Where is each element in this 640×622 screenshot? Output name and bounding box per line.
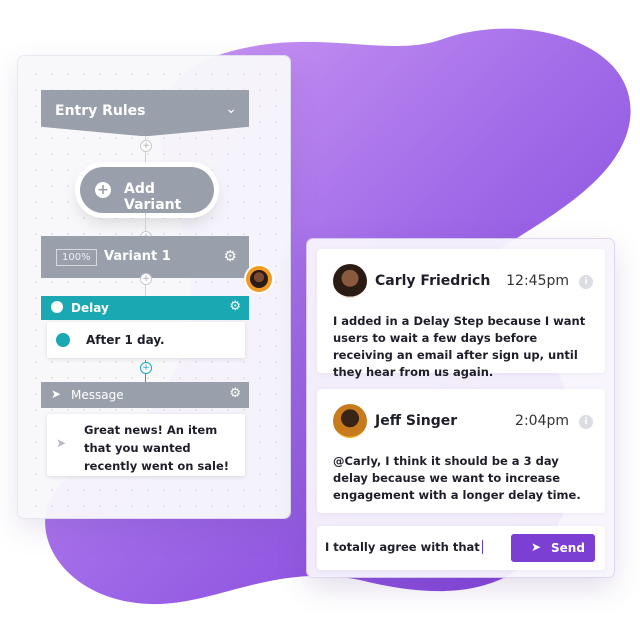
- send-icon: ➤: [56, 436, 67, 450]
- avatar: [333, 264, 367, 298]
- delay-title: Delay: [71, 301, 109, 315]
- entry-rules-dropdown[interactable]: Entry Rules ⌄: [41, 90, 249, 136]
- clock-icon: [51, 301, 63, 313]
- gear-icon[interactable]: ⚙: [224, 247, 237, 265]
- avatar: [333, 404, 367, 438]
- comment-text: I added in a Delay Step because I want u…: [333, 314, 586, 379]
- comment-input[interactable]: I totally agree with that ➤ Send: [317, 526, 605, 570]
- message-title: Message: [71, 388, 124, 402]
- comment-time: 12:45pm: [506, 273, 569, 289]
- send-button[interactable]: ➤ Send: [511, 534, 595, 562]
- delay-header: Delay ⚙: [41, 296, 249, 320]
- comment-panel: Carly Friedrich 12:45pm i I added in a D…: [307, 239, 614, 577]
- comment-author: Jeff Singer: [375, 413, 458, 429]
- send-icon: ➤: [531, 540, 542, 554]
- collaborator-avatar[interactable]: [246, 266, 272, 292]
- message-content: ➤ Great news! An item that you wanted re…: [47, 414, 245, 476]
- add-step-node[interactable]: +: [140, 140, 152, 152]
- message-header: ➤ Message ⚙: [41, 382, 249, 408]
- gear-icon[interactable]: ⚙: [229, 386, 241, 401]
- add-variant-button[interactable]: + Add Variant: [80, 167, 214, 213]
- delay-text: After 1 day.: [86, 333, 165, 347]
- comment-text: @Carly, I think it should be a 3 day del…: [333, 454, 581, 502]
- delay-step[interactable]: Delay ⚙ After 1 day.: [41, 296, 249, 360]
- variant-label: Variant 1: [104, 249, 171, 264]
- comment-card: Carly Friedrich 12:45pm i I added in a D…: [317, 249, 605, 379]
- variant-row[interactable]: 100% Variant 1 ⚙: [41, 236, 249, 278]
- add-step-node[interactable]: +: [140, 273, 152, 285]
- message-step[interactable]: ➤ Message ⚙ ➤ Great news! An item that y…: [41, 382, 249, 478]
- clock-icon: [56, 333, 70, 347]
- message-text: Great news! An item that you wanted rece…: [84, 423, 230, 473]
- chevron-down-icon[interactable]: ⌄: [225, 101, 237, 117]
- comment-input-value[interactable]: I totally agree with that: [325, 540, 483, 554]
- info-icon[interactable]: i: [579, 415, 593, 429]
- info-icon[interactable]: i: [579, 275, 593, 289]
- delay-content: After 1 day.: [47, 322, 245, 358]
- send-label: Send: [551, 541, 585, 555]
- avatar-photo: [250, 270, 268, 288]
- gear-icon[interactable]: ⚙: [229, 299, 241, 314]
- comment-card: Jeff Singer 2:04pm i @Carly, I think it …: [317, 389, 605, 513]
- plus-icon: +: [95, 182, 111, 198]
- entry-rules-label: Entry Rules: [55, 103, 146, 119]
- comment-time: 2:04pm: [515, 413, 569, 429]
- comment-author: Carly Friedrich: [375, 273, 491, 289]
- add-step-node[interactable]: +: [140, 362, 152, 374]
- add-variant-label: Add Variant: [124, 181, 182, 213]
- send-icon: ➤: [51, 387, 62, 401]
- variant-percent: 100%: [56, 249, 97, 266]
